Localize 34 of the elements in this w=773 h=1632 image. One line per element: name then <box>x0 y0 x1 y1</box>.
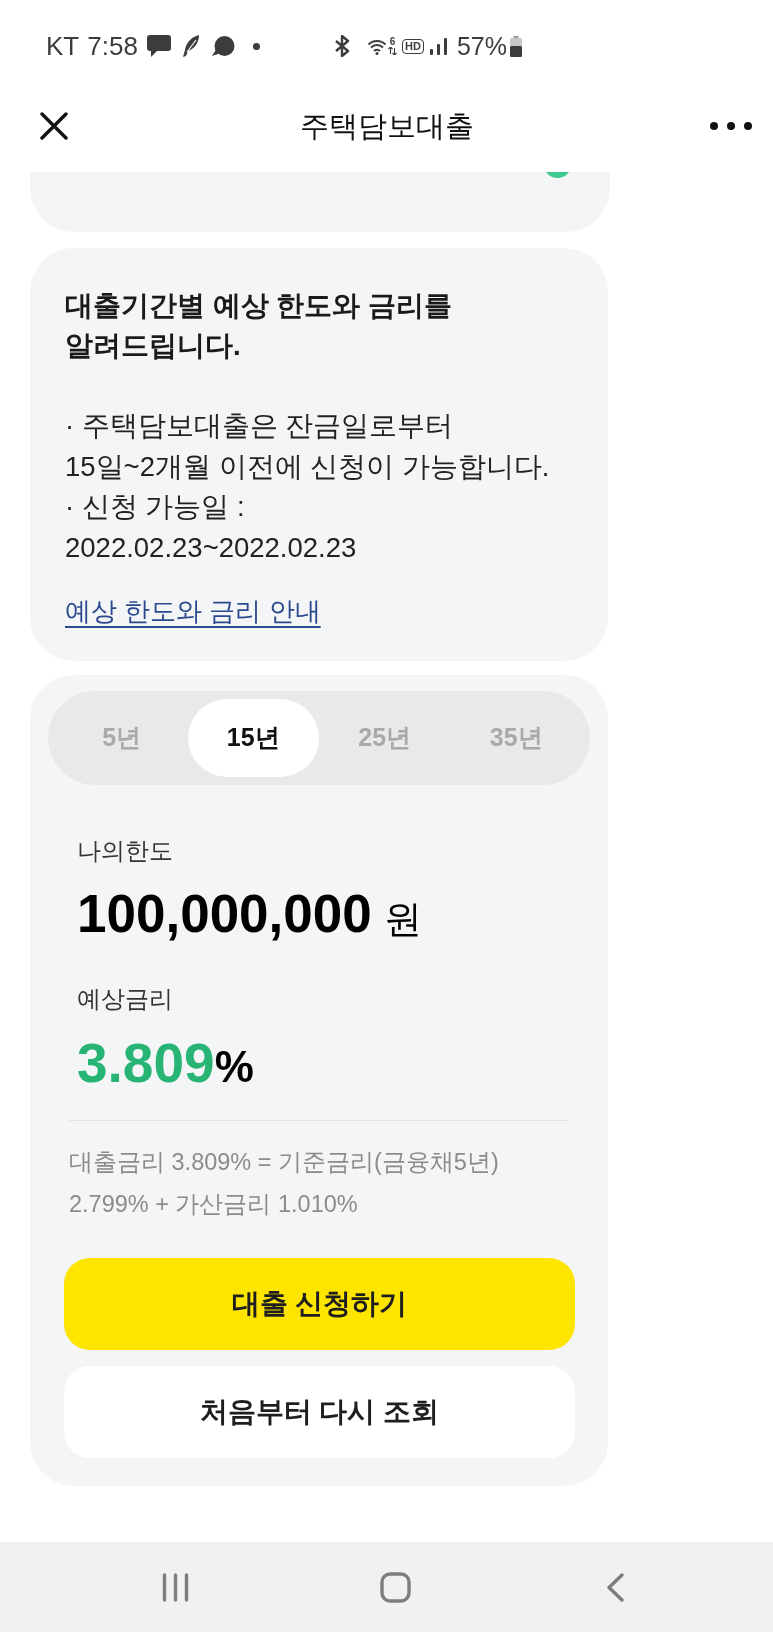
apply-loan-button[interactable]: 대출 신청하기 <box>64 1257 575 1350</box>
hd-indicator: HD <box>402 38 424 54</box>
info-note: · 신청 가능일 : 2022.02.23~2022.02.23 <box>65 490 358 566</box>
home-icon[interactable] <box>379 1571 411 1603</box>
rate-formula: 대출금리 3.809% = 기준금리(금융채5년) 2.799% + 가산금리 1.010% <box>68 1147 500 1219</box>
wifi-generation-label: 6 <box>389 37 396 47</box>
info-note: · 주택담보대출은 잔금일로부터 15일~2개월 이전에 신청이 가능합니다. <box>65 409 551 484</box>
bluetooth-icon <box>334 35 350 57</box>
battery-percent: 57% <box>456 31 507 61</box>
rate-label: 예상금리 <box>76 983 174 1014</box>
signal-icon <box>429 37 448 55</box>
limit-label: 나의한도 <box>76 835 174 866</box>
more-icon[interactable] <box>710 122 752 130</box>
percent-sign: % <box>214 1040 254 1093</box>
info-link[interactable]: 예상 한도와 금리 안내 <box>65 592 321 629</box>
wifi-icon <box>367 37 387 55</box>
recent-apps-icon[interactable] <box>161 1572 189 1602</box>
speech-bubble-icon <box>210 35 235 57</box>
message-icon <box>146 35 171 57</box>
back-icon[interactable] <box>606 1572 624 1602</box>
period-tab[interactable]: 15년 <box>187 698 319 777</box>
rate-value: 3.809 <box>77 1032 215 1093</box>
page-title: 주택담보대출 <box>299 109 474 143</box>
retry-search-button[interactable]: 처음부터 다시 조회 <box>64 1365 575 1458</box>
data-arrows-icon <box>388 47 397 55</box>
info-heading: 대출기간별 예상 한도와 금리를 알려드립니다. <box>65 289 453 363</box>
clock-time: 7:58 <box>87 31 138 61</box>
feather-icon <box>180 34 201 58</box>
dot-icon <box>252 42 260 50</box>
limit-amount: 100,000,000 <box>77 883 372 944</box>
carrier-name: KT <box>46 31 80 61</box>
battery-icon <box>509 35 522 57</box>
currency-unit: 원 <box>383 896 422 942</box>
close-icon[interactable] <box>40 112 68 140</box>
